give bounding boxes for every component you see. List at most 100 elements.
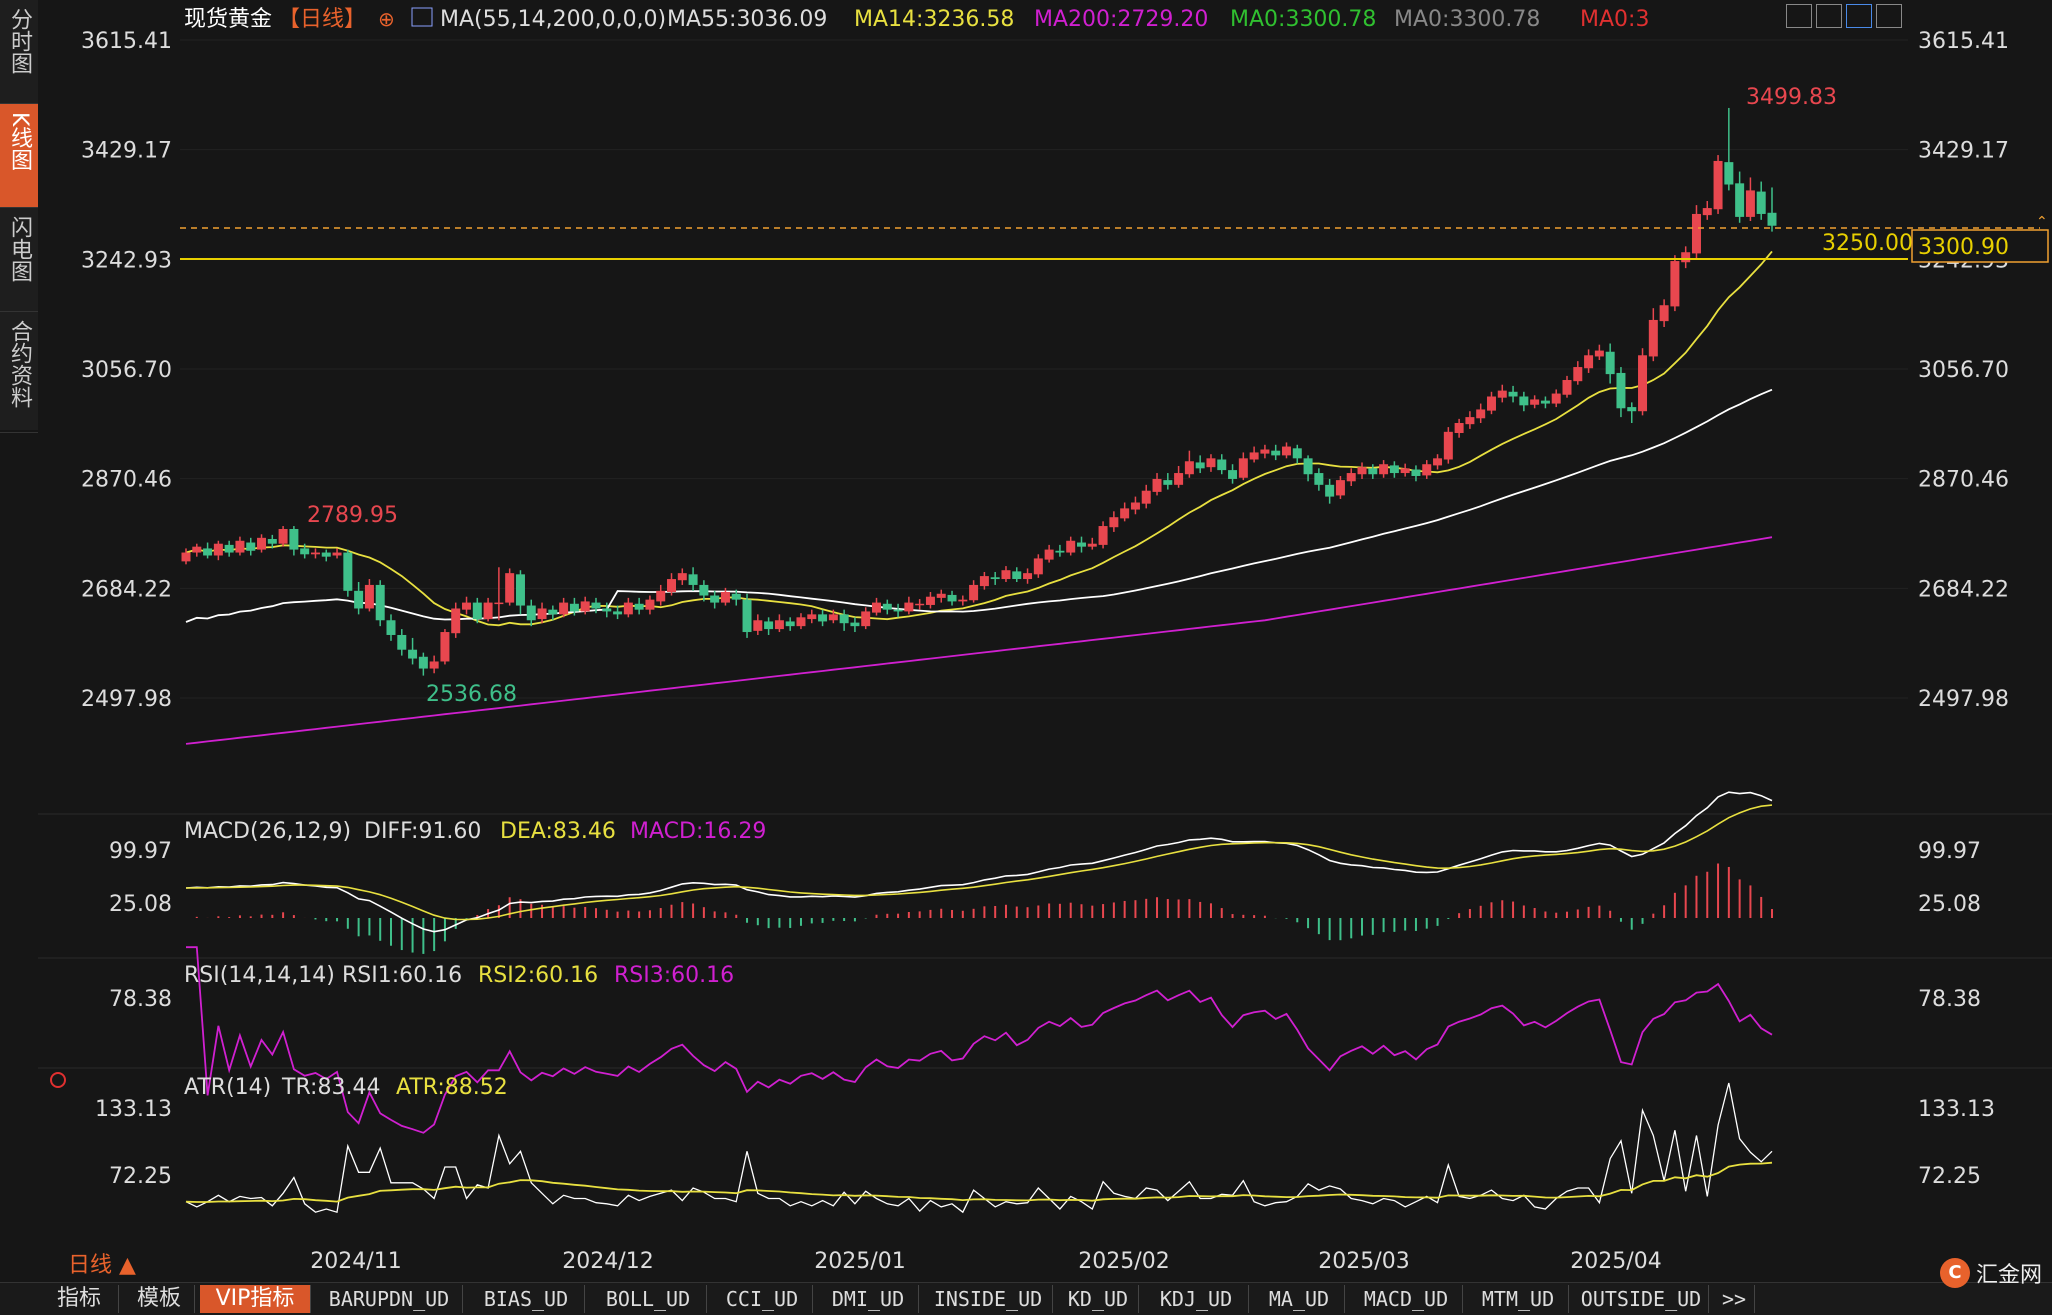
- candle: [1497, 384, 1507, 403]
- candle: [1271, 444, 1281, 461]
- price-tick-left: 3056.70: [81, 358, 172, 383]
- mid-high-annotation: 2789.95: [307, 503, 398, 528]
- rsi-tick-right: 78.38: [1918, 987, 1981, 1012]
- candle: [1141, 484, 1151, 509]
- candle: [418, 652, 428, 676]
- candle: [1691, 205, 1701, 259]
- indicator-tab-bar: 指标 模板 VIP指标 BARUPDN_UD BIAS_UD BOLL_UD CCI_UD D…: [0, 1282, 2052, 1315]
- candle: [1368, 464, 1378, 479]
- candle: [505, 568, 515, 606]
- x-axis-label: 2025/04: [1570, 1249, 1661, 1274]
- macd-dea: DEA:83.46: [500, 819, 616, 844]
- candle: [1594, 344, 1604, 360]
- indicator-tab[interactable]: BIAS_UD: [468, 1285, 585, 1313]
- candle: [451, 602, 461, 638]
- candle: [774, 614, 784, 633]
- candle: [397, 629, 407, 656]
- candle: [537, 602, 547, 624]
- indicator-tab[interactable]: KD_UD: [1058, 1285, 1139, 1313]
- indicator-tab[interactable]: BOLL_UD: [590, 1285, 707, 1313]
- candle: [1573, 361, 1583, 385]
- candle: [1508, 385, 1518, 403]
- candle: [1756, 181, 1766, 220]
- x-axis-label: 2024/12: [562, 1249, 653, 1274]
- ma200-value: MA200:2729.20: [1034, 7, 1208, 32]
- atr-tick-high-right: 133.13: [1918, 1097, 1995, 1122]
- candle: [1109, 511, 1119, 532]
- candle: [1130, 496, 1140, 515]
- indicator-tab[interactable]: KDJ_UD: [1144, 1285, 1249, 1313]
- candle: [1670, 255, 1680, 312]
- atr-value: ATR:88.52: [396, 1075, 508, 1100]
- x-axis-label: 2025/01: [814, 1249, 905, 1274]
- candle: [1217, 454, 1227, 475]
- macd-tick-mid-right: 25.08: [1918, 892, 1981, 917]
- indicator-tab[interactable]: >>: [1714, 1285, 1755, 1313]
- indicator-tab[interactable]: MACD_UD: [1350, 1285, 1463, 1313]
- candle: [1012, 567, 1022, 582]
- candle: [645, 595, 655, 615]
- candle: [246, 537, 256, 556]
- indicator-tab[interactable]: CCI_UD: [712, 1285, 813, 1313]
- macd-value: MACD:16.29: [630, 819, 766, 844]
- indicator-tab[interactable]: MTM_UD: [1468, 1285, 1569, 1313]
- candle: [192, 543, 202, 557]
- ma0-value-b: MA0:3300.78: [1394, 7, 1540, 32]
- candle: [688, 567, 698, 591]
- candle: [343, 549, 353, 597]
- chart-settings-icon[interactable]: [411, 7, 433, 27]
- candle: [1228, 464, 1238, 484]
- candle: [1659, 299, 1669, 328]
- indicator-tab[interactable]: VIP指标: [200, 1285, 311, 1313]
- site-logo: C 汇金网: [1939, 1255, 2042, 1291]
- candle: [1713, 155, 1723, 214]
- support-level-label: 3250.00: [1822, 231, 1913, 256]
- price-tick-right: 3615.41: [1918, 29, 2009, 54]
- candle: [904, 596, 914, 615]
- last-price-label: 3300.90: [1918, 235, 2009, 260]
- kline-chart[interactable]: 现货黄金 【日线】 ⊕ MA(55,14,200,0,0,0) MA55:303…: [0, 0, 2052, 1282]
- price-tick-right: 3056.70: [1918, 358, 2009, 383]
- candle: [1735, 171, 1745, 223]
- crosshair-icon[interactable]: [50, 1072, 66, 1088]
- candle: [764, 617, 774, 635]
- ma55-value: MA55:3036.09: [667, 7, 827, 32]
- candle: [969, 580, 979, 603]
- ma200-line: [185, 536, 1773, 745]
- indicator-tab[interactable]: BARUPDN_UD: [316, 1285, 463, 1313]
- candle: [1163, 473, 1173, 490]
- indicator-tab[interactable]: MA_UD: [1254, 1285, 1345, 1313]
- period-button[interactable]: 日线 ▲: [68, 1253, 136, 1278]
- candle: [310, 548, 320, 559]
- logo-text: 汇金网: [1975, 1263, 2042, 1288]
- candle: [785, 617, 795, 631]
- indicator-tab[interactable]: INSIDE_UD: [924, 1285, 1053, 1313]
- candle: [429, 655, 439, 674]
- candle: [936, 589, 946, 603]
- candle: [861, 607, 871, 630]
- ma14-line: [185, 250, 1773, 627]
- indicator-tab[interactable]: 模板: [124, 1285, 195, 1313]
- indicator-tab[interactable]: 指标: [40, 1285, 119, 1313]
- ma-params: MA(55,14,200,0,0,0): [440, 7, 666, 32]
- price-tick-right: 3429.17: [1918, 139, 2009, 164]
- candle: [1702, 200, 1712, 220]
- candle: [947, 590, 957, 606]
- candle: [839, 609, 849, 631]
- candle: [1443, 427, 1453, 464]
- candle: [1195, 455, 1205, 474]
- candle: [494, 567, 504, 621]
- add-indicator-icon[interactable]: ⊕: [378, 7, 395, 31]
- period-label: 【日线】: [278, 7, 366, 32]
- price-tick-left: 3615.41: [81, 29, 172, 54]
- candle: [1023, 568, 1033, 584]
- candle: [1249, 446, 1259, 463]
- indicator-tab[interactable]: DMI_UD: [818, 1285, 919, 1313]
- indicator-tab[interactable]: OUTSIDE_UD: [1574, 1285, 1709, 1313]
- candle: [818, 609, 828, 627]
- candle: [1346, 468, 1356, 487]
- candle: [677, 568, 687, 585]
- candle: [1627, 402, 1637, 423]
- candle: [850, 617, 860, 633]
- low-annotation: 2536.68: [426, 682, 517, 707]
